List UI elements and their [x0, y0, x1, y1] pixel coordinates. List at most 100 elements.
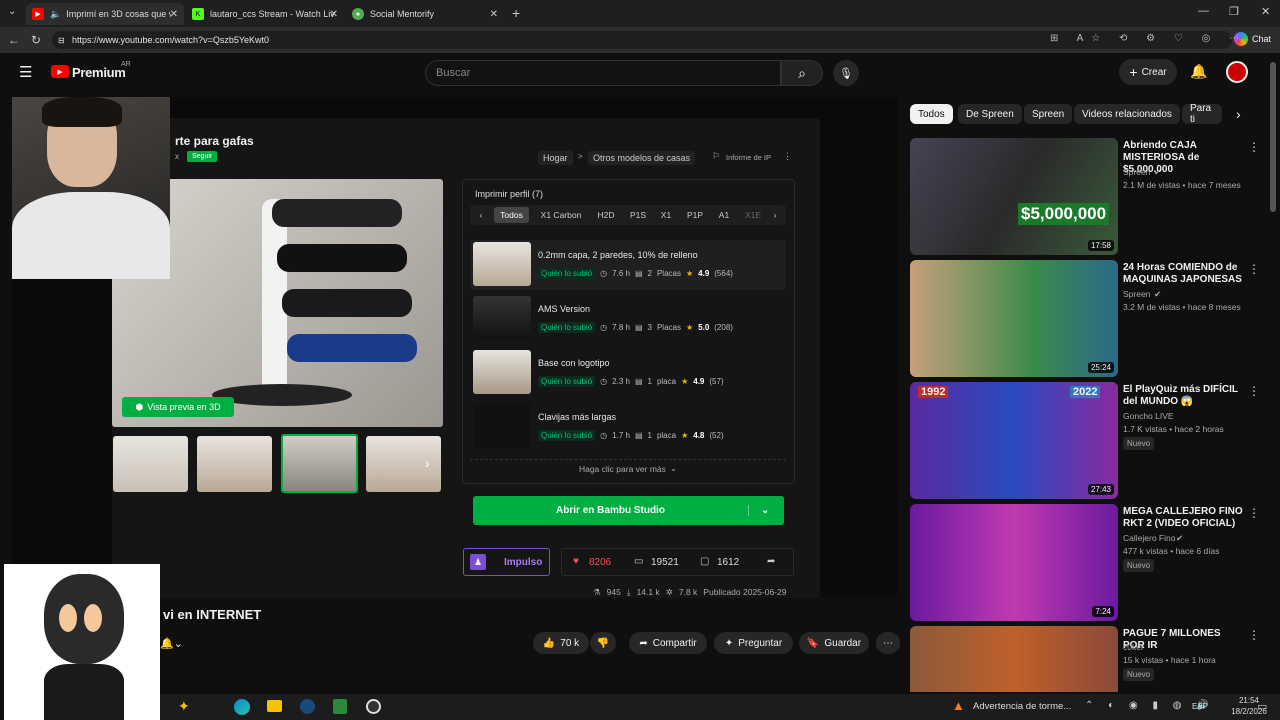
tab-social-mentorify[interactable]: ● Social Mentorify ✕	[346, 3, 504, 25]
create-button[interactable]: + Crear	[1119, 59, 1177, 85]
close-window-icon[interactable]: ✕	[1261, 5, 1270, 18]
channel-name[interactable]: Goncho LIVE	[1123, 411, 1174, 421]
steam-icon[interactable]	[300, 699, 315, 714]
printer-tab-x1-carbon[interactable]: X1 Carbon	[536, 207, 586, 223]
minimize-icon[interactable]: —	[1198, 5, 1209, 17]
chip-para-ti[interactable]: Para ti	[1182, 104, 1222, 124]
thumbnail-3[interactable]	[281, 434, 358, 493]
widgets-icon[interactable]: ✦	[178, 698, 190, 715]
recommendation-item[interactable]: $5,000,000 17:58 Abriendo CAJA MISTERIOS…	[910, 138, 1270, 255]
chevron-right-icon[interactable]: ›	[770, 207, 780, 223]
recommendation-item[interactable]: 1992 2022 27:43 El PlayQuiz más DIFÍCIL …	[910, 382, 1270, 499]
more-icon[interactable]: ⋮	[1248, 628, 1260, 642]
follow-button[interactable]: Seguir	[187, 151, 218, 162]
site-info-icon[interactable]: ⊟	[58, 36, 65, 45]
voice-search-button[interactable]: 🎙	[833, 60, 859, 86]
video-thumbnail[interactable]: 25:24	[910, 260, 1118, 377]
profile-row[interactable]: Base con logotipo Quién lo subió ◷ 2.3 h ▤ 1…	[470, 348, 786, 398]
menu-icon[interactable]: ☰	[19, 63, 32, 81]
more-icon[interactable]: ⋮	[1248, 384, 1260, 398]
share-icon[interactable]: ➦	[767, 556, 775, 567]
printer-tab-h2d[interactable]: H2D	[593, 207, 619, 223]
recommendation-item[interactable]: PAGUE 7 MILLONES POR IR c0ker 15 k vista…	[910, 626, 1270, 692]
more-icon[interactable]: ⋮	[1248, 506, 1260, 520]
thumbnail-1[interactable]	[113, 436, 188, 492]
boost-button[interactable]: ♟ Impulso	[463, 548, 550, 576]
share-button[interactable]: ➦ Compartir	[629, 632, 707, 654]
file-explorer-icon[interactable]	[267, 700, 282, 712]
dislike-button[interactable]: 👎	[590, 632, 616, 654]
language-label[interactable]: ESP	[1192, 702, 1208, 711]
more-actions-button[interactable]: ⋯	[876, 632, 900, 654]
breadcrumb-home[interactable]: Hogar	[538, 151, 573, 165]
save-button[interactable]: 🔖 Guardar	[799, 632, 869, 654]
edge-icon[interactable]	[234, 699, 250, 715]
bambu-studio-icon[interactable]	[333, 699, 347, 714]
chat-label[interactable]: Chat	[1252, 34, 1271, 44]
report-link[interactable]: Informe de IP	[726, 153, 771, 162]
close-icon[interactable]: ✕	[490, 9, 498, 20]
scrollbar[interactable]	[1270, 62, 1276, 212]
ask-button[interactable]: ✦ Preguntar	[714, 632, 793, 654]
more-icon[interactable]: ⋮	[1248, 262, 1260, 276]
chevron-right-icon[interactable]: ›	[425, 455, 430, 471]
report-icon[interactable]: ⚐	[712, 151, 720, 162]
printer-tab-x1e[interactable]: X1E	[740, 207, 766, 223]
thumbnail-2[interactable]	[197, 436, 272, 492]
preview-3d-button[interactable]: ⬢ Vista previa en 3D	[122, 397, 234, 417]
chip-todos[interactable]: Todos	[910, 104, 953, 124]
avatar[interactable]	[1226, 61, 1248, 83]
new-tab-icon[interactable]: +	[512, 5, 520, 21]
channel-name[interactable]: Spreen	[1123, 167, 1150, 177]
video-thumbnail[interactable]	[910, 626, 1118, 692]
video-thumbnail[interactable]: 1992 2022 27:43	[910, 382, 1118, 499]
back-icon[interactable]: ←	[8, 33, 20, 47]
tab-list-icon[interactable]: ⌄	[8, 6, 16, 17]
tab-youtube[interactable]: ▶ 🔈 Imprimí en 3D cosas que vi en ✕	[26, 3, 184, 25]
maximize-icon[interactable]: ❐	[1229, 5, 1239, 18]
printer-tab-todos[interactable]: Todos	[494, 207, 529, 223]
search-input[interactable]: Buscar	[425, 60, 781, 86]
obs-icon[interactable]	[366, 699, 381, 714]
close-icon[interactable]: ✕	[330, 9, 338, 20]
profile-row[interactable]: 0.2mm capa, 2 paredes, 10% de relleno Qu…	[470, 240, 786, 290]
printer-tab-p1p[interactable]: P1P	[682, 207, 708, 223]
printer-tab-p1s[interactable]: P1S	[625, 207, 651, 223]
reload-icon[interactable]: ↻	[31, 33, 41, 47]
tab-kick[interactable]: K lautaro_ccs Stream - Watch Live o ✕	[186, 3, 344, 25]
printer-tab-a1[interactable]: A1	[714, 207, 734, 223]
chevron-down-icon[interactable]: ⌄	[748, 505, 769, 516]
search-button[interactable]: ⌕	[781, 60, 823, 86]
chevron-left-icon[interactable]: ‹	[476, 207, 486, 223]
comment-icon[interactable]: ▢	[700, 556, 709, 567]
video-thumbnail[interactable]: $5,000,000 17:58	[910, 138, 1118, 255]
speaker-icon[interactable]: 🔈	[50, 9, 61, 20]
recommendation-item[interactable]: 7:24 MEGA CALLEJERO FINO RKT 2 (VIDEO OF…	[910, 504, 1270, 621]
profile-row[interactable]: AMS Version Quién lo subió ◷ 7.8 h ▤ 3 Placas…	[470, 294, 786, 344]
chevron-right-icon[interactable]: ›	[1236, 106, 1241, 122]
close-icon[interactable]: ✕	[170, 9, 178, 20]
see-more-button[interactable]: Haga clic para ver más ⌄	[470, 459, 786, 477]
video-thumbnail[interactable]: 7:24	[910, 504, 1118, 621]
notifications-icon[interactable]: 🔔	[1190, 63, 1207, 80]
more-icon[interactable]: ⋮	[783, 151, 792, 162]
like-icon[interactable]: ♥	[573, 556, 579, 567]
open-bambu-studio-button[interactable]: Abrir en Bambu Studio ⌄	[473, 496, 784, 525]
youtube-logo-icon[interactable]: ▶	[51, 65, 69, 78]
channel-name[interactable]: Callejero Fino	[1123, 533, 1175, 543]
chip-videos-relacionados[interactable]: Videos relacionados	[1074, 104, 1180, 124]
breadcrumb-category[interactable]: Otros modelos de casas	[588, 151, 696, 165]
more-icon[interactable]: ⋮	[1248, 140, 1260, 154]
recommendation-item[interactable]: 25:24 24 Horas COMIENDO de MAQUINAS JAPO…	[910, 260, 1270, 377]
channel-name[interactable]: Spreen	[1123, 289, 1150, 299]
youtube-brand[interactable]: Premium	[72, 65, 126, 80]
chip-de-spreen[interactable]: De Spreen	[958, 104, 1022, 124]
channel-name[interactable]: c0ker	[1123, 642, 1144, 652]
extensions-icon[interactable]: ⊞ A☆ ⟲ ⚙ ♡ ◎ ⋯	[1050, 33, 1247, 44]
notification-center-icon[interactable]: ▭	[1257, 700, 1267, 713]
chip-spreen[interactable]: Spreen	[1024, 104, 1073, 124]
weather-label[interactable]: Advertencia de torme...	[973, 701, 1071, 712]
bookmark-icon[interactable]: ▭	[634, 556, 643, 567]
like-button[interactable]: 👍 70 k	[533, 632, 589, 654]
profile-row[interactable]: Clavijas más largas Quién lo subió ◷ 1.7 h…	[470, 402, 786, 452]
